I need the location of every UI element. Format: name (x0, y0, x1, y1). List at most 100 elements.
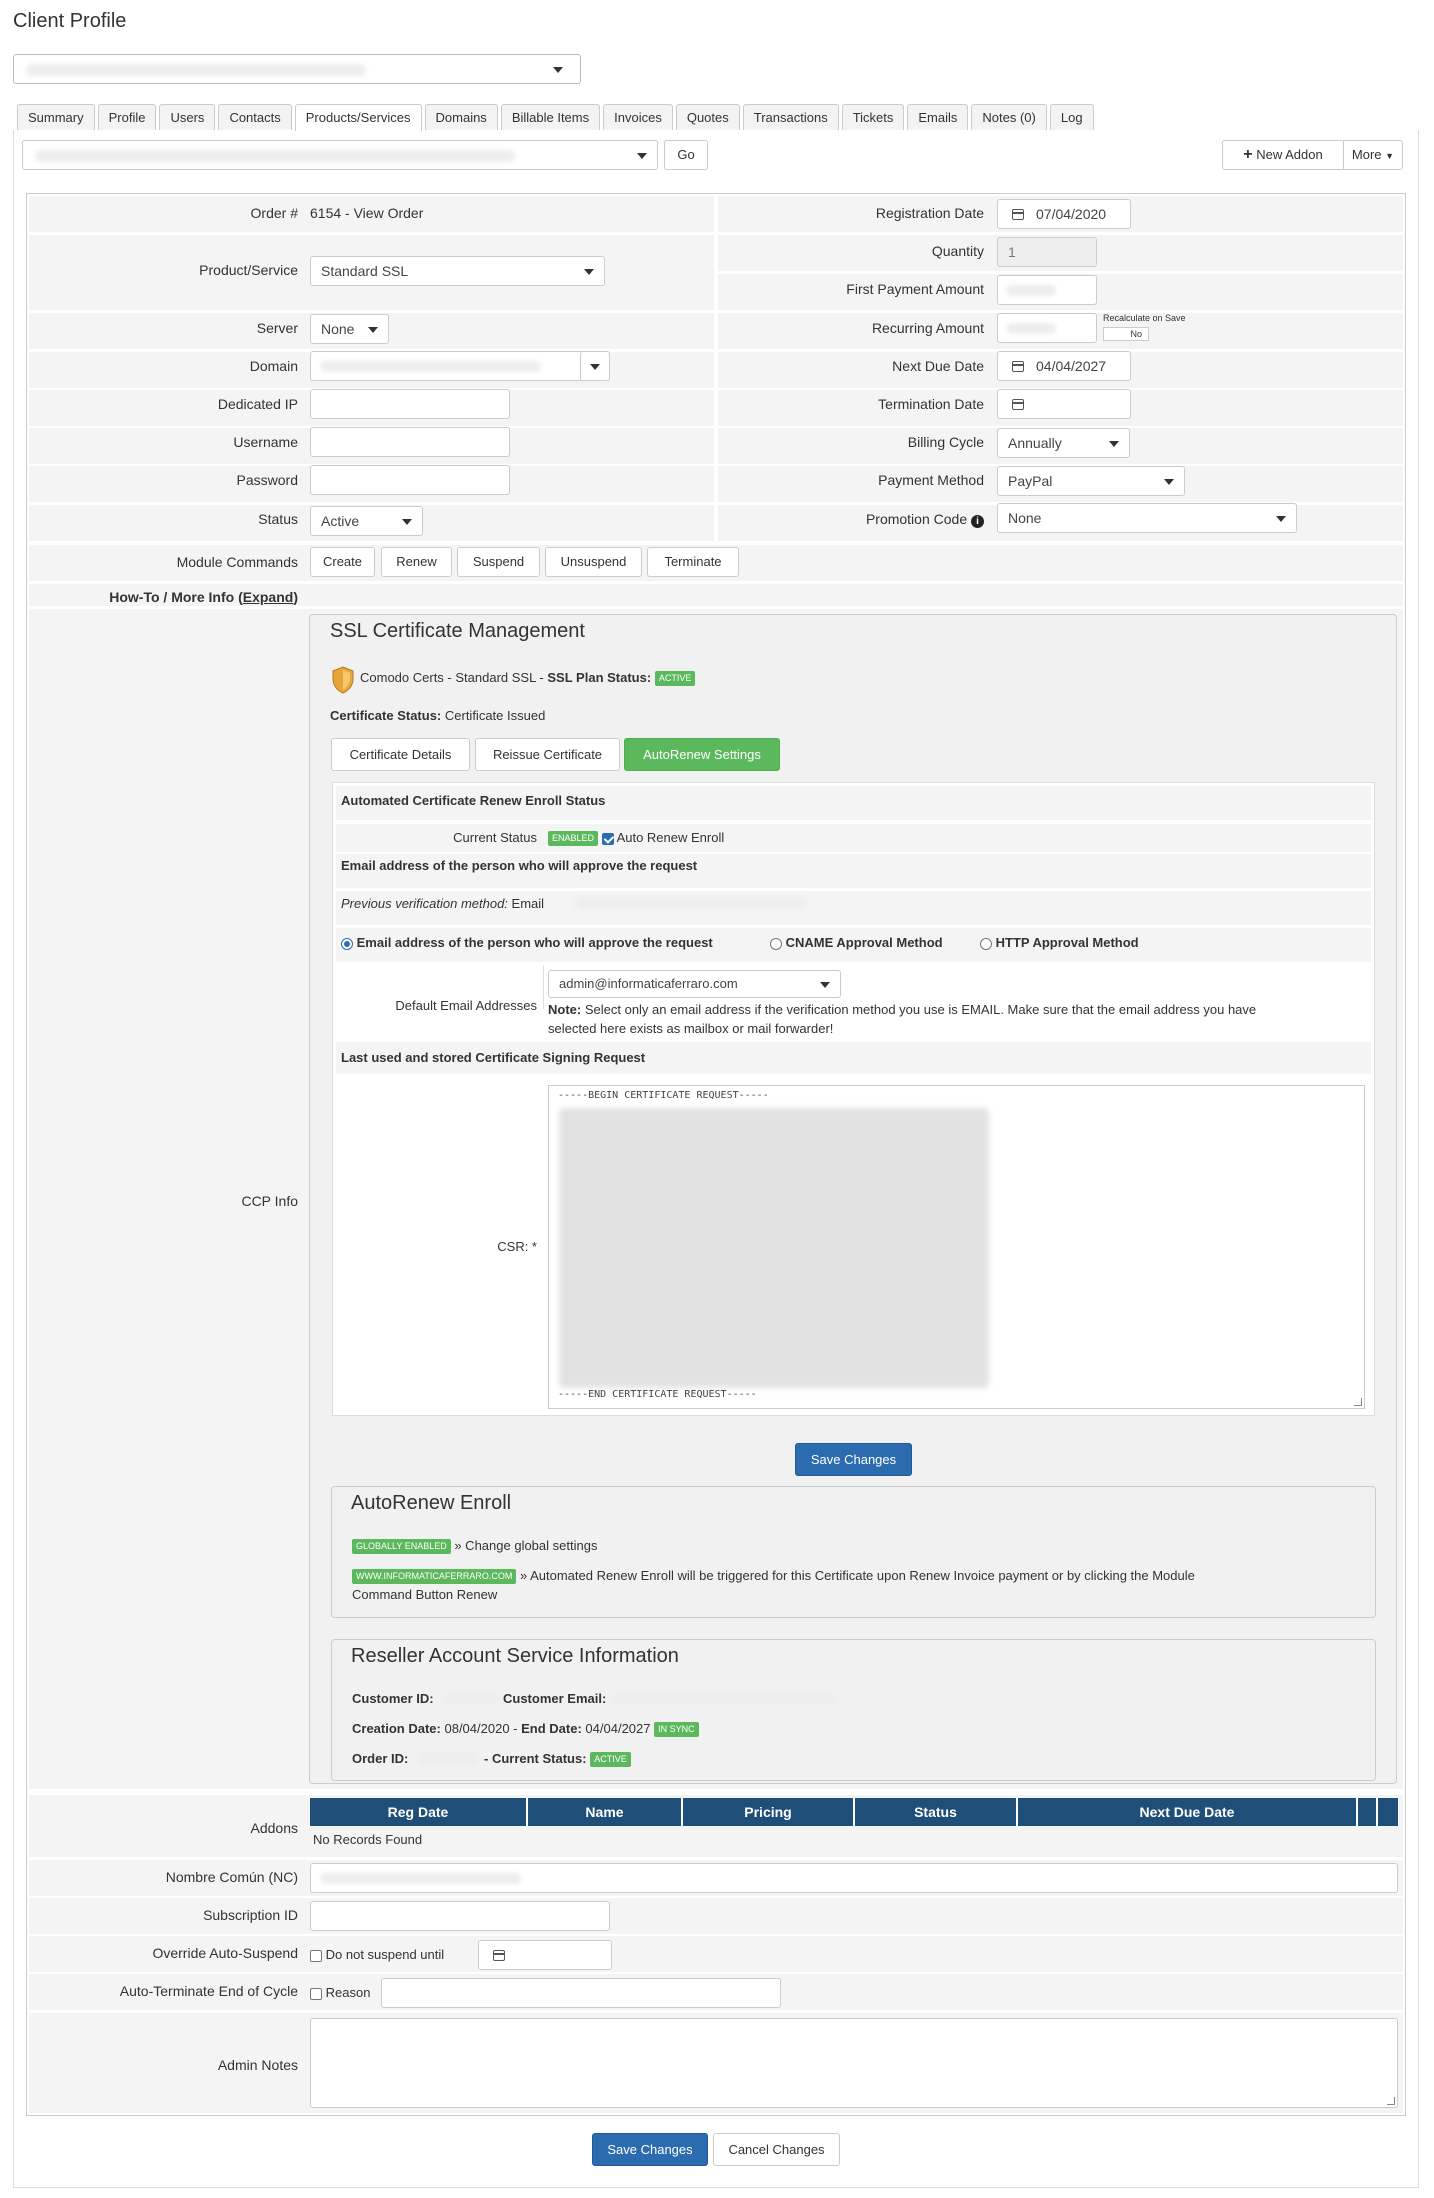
tab-tickets[interactable]: Tickets (841, 104, 905, 130)
reissue-certificate-button[interactable]: Reissue Certificate (475, 738, 620, 771)
domain-input[interactable] (310, 351, 610, 381)
tab-users[interactable]: Users (159, 104, 216, 130)
renew-button[interactable]: Renew (381, 547, 452, 577)
certificate-details-button[interactable]: Certificate Details (331, 738, 470, 771)
csr-label: CSR: * (497, 1239, 537, 1254)
autorenew-settings-button[interactable]: AutoRenew Settings (624, 738, 780, 771)
password-input[interactable] (310, 465, 510, 495)
autoterm-option[interactable]: Reason (310, 1985, 370, 2000)
server-select[interactable]: None (310, 314, 389, 344)
dedicated-ip-input[interactable] (310, 389, 510, 419)
tab-notes[interactable]: Notes (0) (971, 104, 1047, 130)
csr-textarea[interactable]: -----BEGIN CERTIFICATE REQUEST----- ----… (548, 1085, 1365, 1409)
subscription-label: Subscription ID (203, 1907, 298, 1923)
cert-status-label: Certificate Status: (330, 708, 442, 723)
reg-date-value: 07/04/2020 (1036, 206, 1107, 222)
terminate-button[interactable]: Terminate (647, 547, 739, 577)
tab-contacts[interactable]: Contacts (218, 104, 292, 130)
radio-cname-label: CNAME Approval Method (785, 935, 943, 950)
payment-method-select[interactable]: PayPal (997, 466, 1185, 496)
end-value: 04/04/2027 (585, 1721, 651, 1736)
resize-handle-icon[interactable] (1354, 1398, 1362, 1406)
autoterm-checkbox[interactable] (310, 1987, 322, 2000)
order-link[interactable]: 6154 - View Order (310, 205, 423, 221)
prev-method-value: Email (511, 896, 545, 911)
radio-email[interactable] (341, 937, 353, 950)
override-checkbox[interactable] (310, 1949, 322, 1962)
override-date-input[interactable] (478, 1940, 612, 1970)
reseller-status-label: - Current Status: (484, 1751, 587, 1766)
recalc-toggle[interactable]: No (1103, 327, 1149, 341)
override-option[interactable]: Do not suspend until (310, 1947, 444, 1962)
enabled-badge: ENABLED (548, 831, 599, 847)
radio-cname-option[interactable]: CNAME Approval Method (770, 935, 943, 950)
admin-notes-textarea[interactable] (310, 2018, 1398, 2108)
username-input[interactable] (310, 427, 510, 457)
cancel-changes-button[interactable]: Cancel Changes (713, 2133, 840, 2166)
radio-http[interactable] (980, 937, 992, 950)
calendar-icon (1012, 361, 1024, 372)
enroll-header: Automated Certificate Renew Enroll Statu… (341, 793, 606, 808)
tab-quotes[interactable]: Quotes (675, 104, 740, 130)
unsuspend-button[interactable]: Unsuspend (545, 547, 642, 577)
expand-link[interactable]: Expand (243, 589, 294, 605)
tab-emails[interactable]: Emails (907, 104, 969, 130)
col-next-due[interactable]: Next Due Date (1018, 1798, 1358, 1826)
note-label: Note: (548, 1002, 582, 1017)
new-addon-button[interactable]: + New Addon (1222, 140, 1344, 170)
tab-domains[interactable]: Domains (424, 104, 498, 130)
recurring-input[interactable] (997, 313, 1097, 343)
promo-select[interactable]: None (997, 503, 1297, 533)
more-label: More (1351, 147, 1382, 162)
resize-handle-icon[interactable] (1387, 2097, 1395, 2105)
first-payment-input[interactable] (997, 275, 1097, 305)
order-id-line: Order ID: (352, 1751, 408, 1766)
client-select[interactable] (13, 54, 581, 84)
radio-cname[interactable] (770, 937, 782, 950)
tab-invoices[interactable]: Invoices (603, 104, 673, 130)
auto-renew-checkbox[interactable] (601, 832, 614, 845)
tab-summary[interactable]: Summary (17, 104, 95, 130)
status-select[interactable]: Active (310, 506, 423, 536)
chevron-down-icon (1164, 479, 1174, 485)
info-icon[interactable]: i (971, 515, 984, 528)
new-addon-label: New Addon (1256, 147, 1323, 162)
domain-dropdown-button[interactable] (580, 351, 610, 381)
next-due-input[interactable]: 04/04/2027 (997, 351, 1131, 381)
service-select[interactable] (22, 140, 658, 170)
tab-products-services[interactable]: Products/Services (294, 104, 422, 131)
col-name[interactable]: Name (528, 1798, 683, 1826)
product-select[interactable]: Standard SSL (310, 256, 605, 286)
caret-down-icon: ▼ (1385, 151, 1395, 161)
col-pricing[interactable]: Pricing (683, 1798, 855, 1826)
tab-billable-items[interactable]: Billable Items (500, 104, 601, 130)
radio-http-option[interactable]: HTTP Approval Method (980, 935, 1139, 950)
common-name-input[interactable] (310, 1863, 1398, 1893)
subscription-input[interactable] (310, 1901, 610, 1931)
admin-notes-label: Admin Notes (217, 2057, 298, 2073)
col-reg-date[interactable]: Reg Date (310, 1798, 528, 1826)
tab-transactions[interactable]: Transactions (742, 104, 839, 130)
quantity-input[interactable]: 1 (997, 237, 1097, 267)
default-email-value: admin@informaticaferraro.com (559, 976, 738, 991)
recalc-toggle-value: No (1130, 329, 1142, 339)
termination-input[interactable] (997, 389, 1131, 419)
reg-date-input[interactable]: 07/04/2020 (997, 199, 1131, 229)
default-email-select[interactable]: admin@informaticaferraro.com (548, 970, 841, 998)
go-button[interactable]: Go (664, 140, 708, 170)
autoterm-reason-input[interactable] (381, 1978, 781, 2008)
radio-email-option[interactable]: Email address of the person who will app… (341, 935, 713, 950)
billing-cycle-select[interactable]: Annually (997, 428, 1130, 458)
reg-date-label: Registration Date (875, 205, 984, 221)
chevron-down-icon (402, 519, 412, 525)
tab-log[interactable]: Log (1049, 104, 1094, 130)
tab-profile[interactable]: Profile (97, 104, 157, 130)
change-global-settings-link[interactable]: » Change global settings (454, 1538, 597, 1553)
suspend-button[interactable]: Suspend (457, 547, 540, 577)
col-status[interactable]: Status (855, 1798, 1018, 1826)
create-button[interactable]: Create (310, 547, 375, 577)
more-button[interactable]: More ▼ (1343, 140, 1403, 170)
save-changes-button[interactable]: Save Changes (592, 2133, 708, 2166)
override-check-label: Do not suspend until (325, 1947, 445, 1962)
ssl-save-button[interactable]: Save Changes (795, 1443, 912, 1476)
